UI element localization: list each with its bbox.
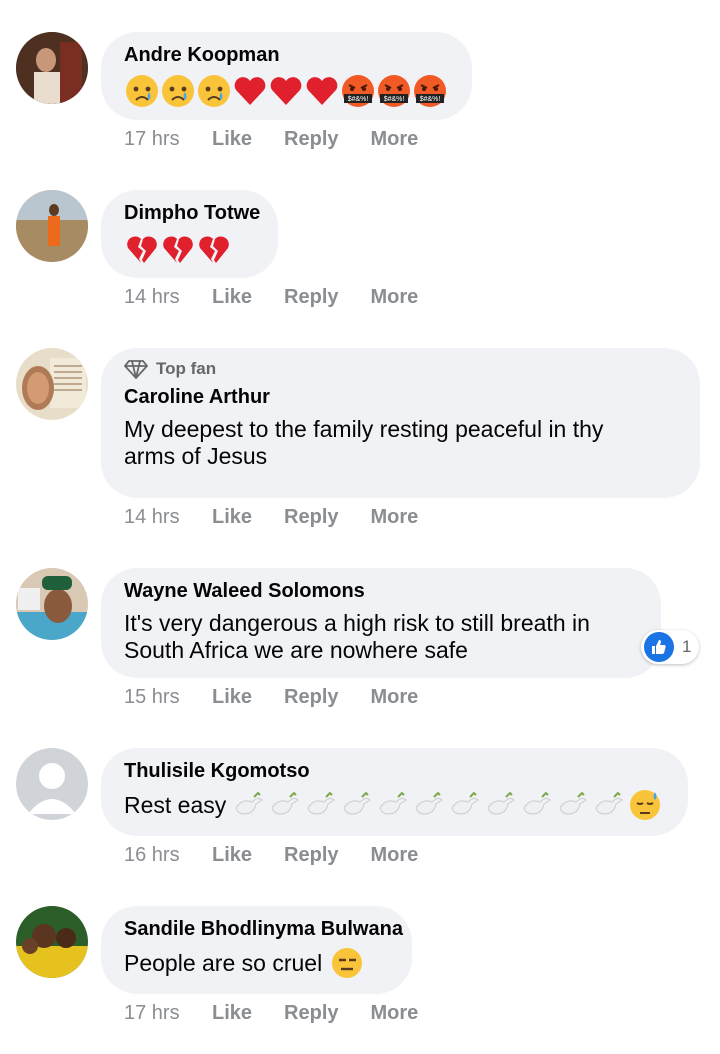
swearing-face-icon: $#&%!: [378, 75, 410, 107]
comment-text: It's very dangerous a high risk to still…: [124, 610, 590, 663]
red-heart-icon: [306, 77, 338, 105]
emoji-row: $#&%! $#&%! $#&%!: [124, 72, 448, 110]
dove-icon: [379, 791, 408, 815]
comment-author-name[interactable]: Thulisile Kgomotso: [124, 759, 664, 784]
like-button[interactable]: Like: [212, 128, 252, 151]
dove-icon: [451, 791, 480, 815]
comment-text: Rest easy: [124, 791, 227, 818]
comment-actions: 16 hrs Like Reply More: [124, 844, 450, 867]
dove-icon: [415, 791, 444, 815]
comment-author-name[interactable]: Andre Koopman: [124, 43, 448, 68]
comment-text: People are so cruel: [124, 949, 323, 976]
comment-bubble[interactable]: Andre Koopman $#&%! $#&%! $#&%!: [101, 32, 472, 120]
comment-bubble[interactable]: Dimpho Totwe: [101, 190, 278, 278]
avatar[interactable]: [16, 568, 88, 640]
top-fan-badge: Top fan: [124, 359, 676, 379]
broken-heart-icon: [199, 236, 229, 263]
comment-actions: 17 hrs Like Reply More: [124, 1002, 450, 1025]
more-button[interactable]: More: [371, 506, 419, 529]
thumbs-up-icon: [644, 632, 674, 662]
comment-text: My deepest to the family resting peacefu…: [124, 416, 604, 469]
crying-face-icon: [198, 75, 230, 107]
dove-icon: [307, 791, 336, 815]
dove-icon: [595, 791, 624, 815]
comment-bubble[interactable]: Thulisile Kgomotso Rest easy: [101, 748, 688, 836]
expressionless-face-icon: [332, 948, 363, 978]
like-button[interactable]: Like: [212, 686, 252, 709]
like-button[interactable]: Like: [212, 506, 252, 529]
swearing-face-icon: $#&%!: [342, 75, 374, 107]
comment-timestamp[interactable]: 16 hrs: [124, 844, 212, 867]
comment-actions: 14 hrs Like Reply More: [124, 286, 450, 309]
red-heart-icon: [270, 77, 302, 105]
avatar[interactable]: [16, 190, 88, 262]
comment-timestamp[interactable]: 14 hrs: [124, 286, 212, 309]
avatar[interactable]: [16, 748, 88, 820]
more-button[interactable]: More: [371, 128, 419, 151]
reply-button[interactable]: Reply: [284, 686, 338, 709]
comment-author-name[interactable]: Caroline Arthur: [124, 385, 676, 410]
comment-timestamp[interactable]: 17 hrs: [124, 128, 212, 151]
like-button[interactable]: Like: [212, 286, 252, 309]
top-fan-label: Top fan: [156, 359, 217, 378]
downcast-sweat-face-icon: [630, 790, 661, 820]
comment-actions: 14 hrs Like Reply More: [124, 506, 450, 529]
dove-icon: [235, 791, 264, 815]
dove-icon: [271, 791, 300, 815]
swear-text: $#&%!: [384, 96, 405, 103]
avatar[interactable]: [16, 32, 88, 104]
like-button[interactable]: Like: [212, 844, 252, 867]
reaction-count-badge[interactable]: 1: [641, 630, 700, 664]
crying-face-icon: [126, 75, 158, 107]
dove-icon: [487, 791, 516, 815]
comment-timestamp[interactable]: 15 hrs: [124, 686, 212, 709]
broken-heart-icon: [127, 236, 157, 263]
reply-button[interactable]: Reply: [284, 506, 338, 529]
more-button[interactable]: More: [371, 286, 419, 309]
swearing-face-icon: $#&%!: [414, 75, 446, 107]
emoji-row: [124, 230, 254, 268]
dove-icon: [559, 791, 588, 815]
reply-button[interactable]: Reply: [284, 286, 338, 309]
comment-timestamp[interactable]: 17 hrs: [124, 1002, 212, 1025]
comment-author-name[interactable]: Dimpho Totwe: [124, 201, 260, 226]
avatar[interactable]: [16, 348, 88, 420]
more-button[interactable]: More: [371, 844, 419, 867]
comment-bubble[interactable]: Top fan Caroline Arthur My deepest to th…: [101, 348, 700, 498]
swear-text: $#&%!: [420, 96, 441, 103]
comment-author-name[interactable]: Wayne Waleed Solomons: [124, 579, 637, 604]
comment-text-row: People are so cruel: [124, 946, 388, 980]
broken-heart-icon: [163, 236, 193, 263]
dove-icon: [523, 791, 552, 815]
avatar[interactable]: [16, 906, 88, 978]
more-button[interactable]: More: [371, 1002, 419, 1025]
comment-author-name[interactable]: Sandile Bhodlinyma Bulwana: [124, 917, 403, 942]
more-button[interactable]: More: [371, 686, 419, 709]
comment-timestamp[interactable]: 14 hrs: [124, 506, 212, 529]
like-button[interactable]: Like: [212, 1002, 252, 1025]
reply-button[interactable]: Reply: [284, 844, 338, 867]
crying-face-icon: [162, 75, 194, 107]
comment-bubble[interactable]: Sandile Bhodlinyma Bulwana People are so…: [101, 906, 412, 994]
comment-actions: 15 hrs Like Reply More: [124, 686, 450, 709]
diamond-icon: [124, 360, 148, 379]
swear-text: $#&%!: [348, 96, 369, 103]
reply-button[interactable]: Reply: [284, 128, 338, 151]
emoji-row: [232, 788, 662, 822]
comment-text-row: Rest easy: [124, 788, 664, 822]
dove-icon: [343, 791, 372, 815]
comment-actions: 17 hrs Like Reply More: [124, 128, 450, 151]
reply-button[interactable]: Reply: [284, 1002, 338, 1025]
comment-bubble[interactable]: Wayne Waleed Solomons It's very dangerou…: [101, 568, 661, 678]
reaction-count: 1: [682, 637, 692, 656]
red-heart-icon: [234, 77, 266, 105]
